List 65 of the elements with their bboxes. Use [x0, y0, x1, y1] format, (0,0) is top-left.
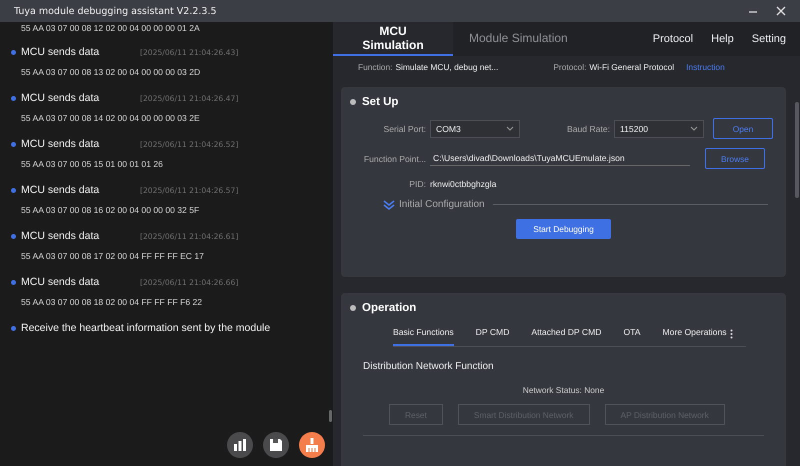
log-title: MCU sends data	[21, 46, 100, 58]
log-title: Receive the heartbeat information sent by the module	[21, 322, 270, 334]
log-data: 55 AA 03 07 00 08 13 02 00 04 00 00 00 03 2D	[20, 67, 202, 77]
section-title: Set Up	[362, 96, 398, 108]
bullet-icon	[11, 326, 16, 330]
instruction-link[interactable]: Instruction	[686, 62, 725, 72]
log-title: MCU sends data	[21, 92, 100, 104]
protocol-label: Protocol:	[553, 62, 586, 72]
bullet-icon	[11, 188, 16, 192]
start-debugging-button[interactable]: Start Debugging	[516, 219, 611, 239]
bullet-icon	[11, 142, 16, 146]
scrollbar-thumb[interactable]	[329, 410, 332, 422]
protocol-value: Wi-Fi General Protocol	[589, 62, 674, 72]
initial-configuration-toggle[interactable]: Initial Configuration	[383, 199, 485, 210]
double-chevron-down-icon	[383, 200, 395, 210]
bullet-icon	[11, 96, 16, 100]
scrollbar-thumb[interactable]	[795, 102, 799, 198]
log-data: 55 AA 03 07 00 08 18 02 00 04 FF FF FF F6 22	[20, 297, 204, 307]
log-data: 55 AA 03 07 00 08 14 02 00 04 00 00 00 03 2E	[20, 113, 201, 123]
chevron-down-icon	[506, 126, 514, 131]
tab[interactable]: Module Simulation	[453, 22, 584, 56]
log-title: MCU sends data	[21, 138, 100, 150]
log-data: 55 AA 03 07 00 05 15 01 00 01 01 26	[20, 159, 164, 169]
window-title: Tuya module debugging assistant V2.2.3.5	[14, 6, 217, 16]
log-data: 55 AA 03 07 00 08 16 02 00 04 00 00 00 32 5F	[20, 205, 200, 215]
tab[interactable]: Basic Functions	[393, 321, 454, 346]
tab[interactable]: MCU Simulation	[333, 22, 453, 56]
pid-value: rknwi0ctbbghzgla	[430, 179, 496, 189]
subsection-title: Distribution Network Function	[363, 361, 495, 372]
tab[interactable]: DP CMD	[476, 321, 510, 346]
menu-item[interactable]: Protocol	[634, 22, 694, 56]
section-title: Operation	[362, 302, 416, 314]
more-vertical-icon[interactable]	[730, 328, 733, 338]
log-title: MCU sends data	[21, 276, 100, 288]
log-data: 55 AA 03 07 00 08 17 02 00 04 FF FF FF EC 17	[20, 251, 205, 261]
network-status: Network Status: None	[522, 385, 606, 395]
bar-chart-icon	[233, 438, 247, 452]
menu-item[interactable]: Setting	[734, 22, 786, 56]
menu-item[interactable]: Help	[693, 22, 734, 56]
log-data: 55 AA 03 07 00 08 12 02 00 04 00 00 00 01 2A	[20, 23, 201, 33]
close-icon[interactable]	[776, 6, 786, 16]
tab[interactable]: More Operations	[662, 321, 727, 346]
bullet-icon	[11, 234, 16, 238]
serial-port-dropdown[interactable]: COM3	[430, 120, 520, 138]
log-title: MCU sends data	[21, 184, 100, 196]
function-label: Function:	[358, 62, 392, 72]
bullet-icon	[350, 99, 356, 105]
baud-rate-dropdown[interactable]: 115200	[614, 120, 704, 138]
tab[interactable]: OTA	[623, 321, 641, 346]
log-title: MCU sends data	[21, 230, 100, 242]
bullet-icon	[11, 280, 16, 284]
chart-button[interactable]	[227, 432, 253, 458]
bullet-icon	[350, 305, 356, 311]
tab[interactable]: Attached DP CMD	[531, 321, 602, 346]
chevron-down-icon	[690, 126, 698, 131]
field-label: PID:	[408, 179, 426, 189]
broom-icon	[304, 437, 320, 453]
bullet-icon	[11, 50, 16, 54]
function-value: Simulate MCU, debug net...	[395, 62, 498, 72]
field-label: Function Point...	[362, 154, 426, 164]
save-button[interactable]	[263, 432, 289, 458]
field-label: Serial Port:	[382, 124, 426, 134]
file-path-field[interactable]: C:\Users\divad\Downloads\TuyaMCUEmulate.json	[430, 151, 690, 166]
field-label: Baud Rate:	[566, 124, 610, 134]
clear-button[interactable]	[299, 432, 325, 458]
